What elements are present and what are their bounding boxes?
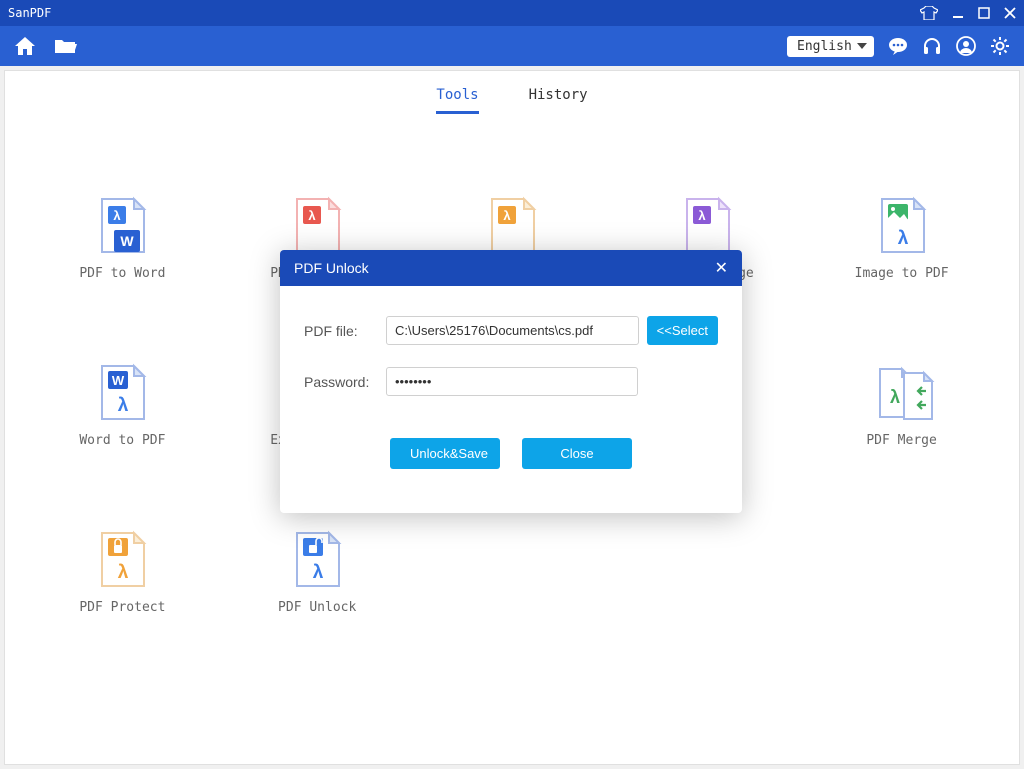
- svg-text:λ: λ: [897, 228, 908, 249]
- pdf-file-input[interactable]: [386, 316, 639, 345]
- tool-label: Image to PDF: [837, 266, 967, 281]
- unlock-save-button[interactable]: Unlock&Save: [390, 438, 500, 469]
- svg-text:λ: λ: [503, 208, 511, 223]
- select-button[interactable]: <<Select: [647, 316, 718, 345]
- tab-tools[interactable]: Tools: [436, 87, 478, 114]
- tabs-bar: Tools History: [5, 71, 1019, 114]
- folder-icon[interactable]: [54, 37, 78, 55]
- tool-image-to-pdf[interactable]: λ Image to PDF: [837, 194, 967, 281]
- gear-icon[interactable]: [990, 36, 1010, 56]
- image-pdf-icon: λ: [874, 194, 930, 256]
- pdf-ppt-icon: λ: [484, 194, 540, 256]
- tool-pdf-merge[interactable]: λ PDF Merge: [837, 361, 967, 448]
- tab-history[interactable]: History: [529, 87, 588, 114]
- tool-label: Word to PDF: [57, 433, 187, 448]
- pdf-unlock-dialog: PDF Unlock ✕ PDF file: <<Select Password…: [280, 250, 742, 513]
- tool-label: PDF to Word: [57, 266, 187, 281]
- svg-text:W: W: [121, 233, 135, 249]
- close-button[interactable]: Close: [522, 438, 632, 469]
- svg-text:λ: λ: [698, 208, 706, 223]
- password-label: Password:: [304, 374, 378, 390]
- maximize-icon[interactable]: [978, 7, 990, 19]
- headphones-icon[interactable]: [922, 36, 942, 56]
- pdf-image-icon: λ: [679, 194, 735, 256]
- window-titlebar: SanPDF: [0, 0, 1024, 26]
- tool-pdf-to-word[interactable]: λW PDF to Word: [57, 194, 187, 281]
- pdf-protect-icon: λ: [94, 528, 150, 590]
- tool-pdf-unlock[interactable]: λ PDF Unlock: [252, 528, 382, 615]
- language-select[interactable]: English: [787, 36, 874, 57]
- user-icon[interactable]: [956, 36, 976, 56]
- tool-label: PDF Protect: [57, 600, 187, 615]
- pdf-unlock-icon: λ: [289, 528, 345, 590]
- word-pdf-icon: Wλ: [94, 361, 150, 423]
- svg-text:λ: λ: [118, 562, 129, 583]
- tool-pdf-protect[interactable]: λ PDF Protect: [57, 528, 187, 615]
- svg-text:λ: λ: [114, 208, 122, 223]
- tool-word-to-pdf[interactable]: Wλ Word to PDF: [57, 361, 187, 448]
- svg-text:λ: λ: [118, 395, 129, 416]
- minimize-icon[interactable]: [952, 7, 964, 19]
- tshirt-icon[interactable]: [920, 6, 938, 20]
- tool-label: PDF Merge: [837, 433, 967, 448]
- pdf-file-label: PDF file:: [304, 323, 378, 339]
- app-header: English: [0, 26, 1024, 66]
- svg-text:λ: λ: [313, 562, 324, 583]
- svg-text:W: W: [112, 373, 125, 388]
- chat-icon[interactable]: [888, 37, 908, 55]
- pdf-excel-icon: λ: [289, 194, 345, 256]
- tool-label: PDF Unlock: [252, 600, 382, 615]
- app-title: SanPDF: [8, 6, 51, 20]
- svg-text:λ: λ: [309, 208, 317, 223]
- close-icon[interactable]: [1004, 7, 1016, 19]
- dialog-title: PDF Unlock: [294, 260, 715, 276]
- dialog-header[interactable]: PDF Unlock ✕: [280, 250, 742, 286]
- pdf-merge-icon: λ: [874, 361, 930, 423]
- dialog-close-button[interactable]: ✕: [715, 258, 728, 278]
- pdf-word-icon: λW: [94, 194, 150, 256]
- svg-text:λ: λ: [890, 387, 900, 407]
- home-icon[interactable]: [14, 36, 36, 56]
- password-input[interactable]: [386, 367, 638, 396]
